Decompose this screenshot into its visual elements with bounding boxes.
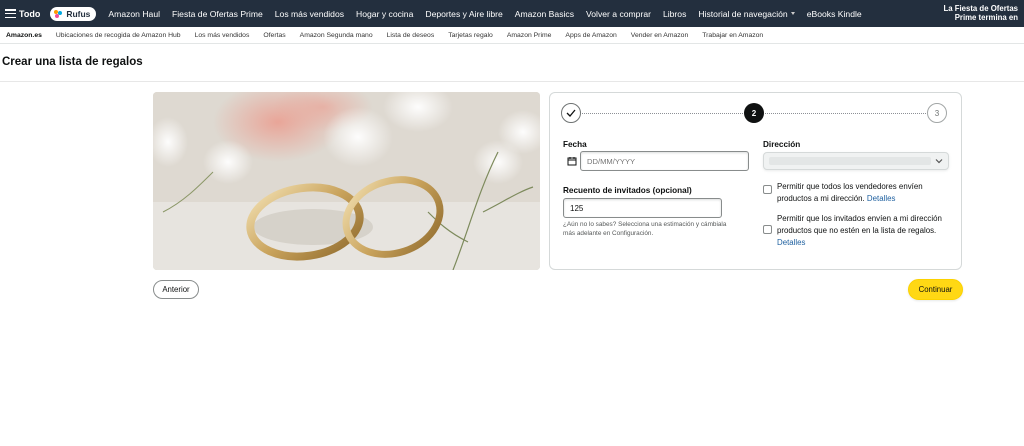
- sub-nav: Amazon.es Ubicaciones de recogida de Ama…: [0, 27, 1024, 44]
- wedding-rings-illustration: [153, 92, 540, 270]
- stepper-line-2: [765, 113, 926, 114]
- page-title: Crear una lista de regalos: [2, 56, 143, 68]
- hamburger-icon: [5, 9, 16, 18]
- nav-link-deportes[interactable]: Deportes y Aire libre: [425, 9, 502, 19]
- rufus-label: Rufus: [66, 8, 91, 19]
- allow-sellers-checkbox[interactable]: [763, 185, 772, 194]
- calendar-icon[interactable]: [563, 151, 580, 171]
- date-input-group: [563, 151, 749, 171]
- subnav-link-segunda-mano[interactable]: Amazon Segunda mano: [300, 32, 373, 39]
- allow-guests-text: Permitir que los invitados envíen a mi d…: [777, 213, 952, 249]
- title-divider: [0, 81, 1024, 82]
- nav-link-ebooks-kindle[interactable]: eBooks Kindle: [807, 9, 862, 19]
- address-select[interactable]: [763, 152, 949, 170]
- date-input[interactable]: [580, 151, 749, 171]
- prime-day-promo[interactable]: La Fiesta de Ofertas Prime termina en: [943, 4, 1018, 22]
- subnav-link-amazon-hub[interactable]: Ubicaciones de recogida de Amazon Hub: [56, 32, 181, 39]
- nav-link-libros[interactable]: Libros: [663, 9, 686, 19]
- allow-sellers-text: Permitir que todos los vendedores envíen…: [777, 181, 952, 205]
- nav-link-amazon-haul[interactable]: Amazon Haul: [108, 9, 160, 19]
- subnav-link-lista-deseos[interactable]: Lista de deseos: [387, 32, 435, 39]
- nav-link-amazon-basics[interactable]: Amazon Basics: [515, 9, 574, 19]
- subnav-link-tarjetas-regalo[interactable]: Tarjetas regalo: [448, 32, 493, 39]
- nav-link-mas-vendidos[interactable]: Los más vendidos: [275, 9, 344, 19]
- step-3-pending: 3: [927, 103, 947, 123]
- guests-label: Recuento de invitados (opcional): [563, 186, 692, 195]
- nav-link-volver-comprar[interactable]: Volver a comprar: [586, 9, 651, 19]
- nav-link-historial-label: Historial de navegación: [698, 8, 788, 19]
- nav-link-fiesta-ofertas[interactable]: Fiesta de Ofertas Prime: [172, 9, 263, 19]
- allow-guests-label: Permitir que los invitados envíen a mi d…: [777, 214, 942, 235]
- step-2-active: 2: [744, 103, 764, 123]
- caret-down-icon: [790, 12, 795, 15]
- allow-guests-checkbox[interactable]: [763, 225, 772, 234]
- subnav-link-amazon-prime[interactable]: Amazon Prime: [507, 32, 552, 39]
- gift-list-form-card: 2 3 Fecha Recuento de invitados (opciona…: [549, 92, 962, 270]
- previous-button[interactable]: Anterior: [153, 280, 199, 299]
- wedding-rings-image: [153, 92, 540, 270]
- subnav-link-apps[interactable]: Apps de Amazon: [565, 32, 616, 39]
- allow-sellers-label: Permitir que todos los vendedores envíen…: [777, 182, 923, 203]
- check-row-guests: Permitir que los invitados envíen a mi d…: [763, 213, 952, 249]
- nav-link-historial[interactable]: Historial de navegación: [698, 8, 795, 19]
- checkmark-icon: [566, 109, 576, 117]
- nav-link-hogar-cocina[interactable]: Hogar y cocina: [356, 9, 413, 19]
- subnav-link-amazon-es[interactable]: Amazon.es: [6, 32, 42, 39]
- allow-sellers-details-link[interactable]: Detalles: [867, 194, 896, 203]
- subnav-link-mas-vendidos[interactable]: Los más vendidos: [195, 32, 250, 39]
- guests-count-input[interactable]: [563, 198, 722, 218]
- continue-button[interactable]: Continuar: [908, 279, 963, 300]
- all-menu-button[interactable]: Todo: [5, 9, 40, 19]
- stepper-line-1: [582, 113, 743, 114]
- check-row-sellers: Permitir que todos los vendedores envíen…: [763, 181, 952, 205]
- chevron-down-icon: [935, 159, 943, 164]
- all-menu-label: Todo: [19, 8, 41, 19]
- guests-hint: ¿Aún no lo sabes? Selecciona una estimac…: [563, 221, 727, 237]
- promo-line-1: La Fiesta de Ofertas: [943, 4, 1018, 13]
- date-label: Fecha: [563, 140, 587, 149]
- promo-line-2: Prime termina en: [954, 13, 1018, 22]
- main-nav: Todo Rufus Amazon Haul Fiesta de Ofertas…: [0, 0, 1024, 27]
- subnav-link-trabajar[interactable]: Trabajar en Amazon: [702, 32, 763, 39]
- subnav-link-ofertas[interactable]: Ofertas: [263, 32, 285, 39]
- subnav-link-vender[interactable]: Vender en Amazon: [631, 32, 688, 39]
- address-label: Dirección: [763, 140, 801, 149]
- rufus-icon: [54, 9, 63, 18]
- rufus-button[interactable]: Rufus: [50, 6, 97, 21]
- address-select-value: [769, 157, 931, 165]
- step-1-completed[interactable]: [561, 103, 581, 123]
- allow-guests-details-link[interactable]: Detalles: [777, 238, 806, 247]
